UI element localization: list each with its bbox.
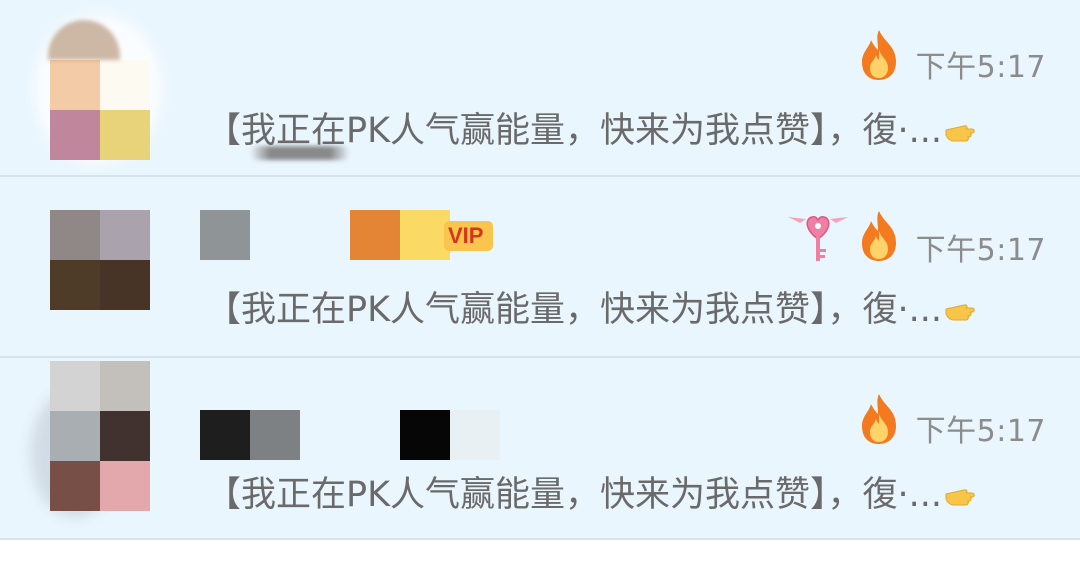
conversation-row-2[interactable]: VIP 下午5:17 【我正在PK人气赢能量，快来为我点赞】，復·...	[0, 177, 1080, 356]
name-pixel	[200, 410, 250, 460]
fire-icon	[862, 394, 896, 444]
avatar-pixel	[50, 210, 100, 260]
avatar-pixel	[100, 361, 150, 411]
avatar-pixel	[50, 260, 100, 310]
avatar-pixel	[100, 461, 150, 511]
name-pixel	[450, 410, 500, 460]
name-pixel	[400, 410, 450, 460]
avatar-pixel	[100, 260, 150, 310]
avatar[interactable]	[50, 210, 150, 310]
message-text: 【我正在PK人气赢能量，快来为我点赞】，復·...	[206, 475, 943, 515]
avatar-pixel	[50, 110, 100, 160]
avatar-pixel	[50, 60, 100, 110]
pointing-hand-icon	[945, 304, 975, 321]
name-pixel	[200, 210, 250, 260]
message-preview: 【我正在PK人气赢能量，快来为我点赞】，復·...	[206, 466, 976, 517]
fire-icon	[862, 30, 896, 80]
avatar[interactable]	[50, 60, 150, 160]
message-text: 【我正在PK人气赢能量，快来为我点赞】，復·...	[206, 290, 943, 330]
name-pixel	[300, 410, 350, 460]
vip-badge: VIP	[444, 221, 494, 251]
name-pixel	[250, 210, 300, 260]
avatar-pixel	[50, 461, 100, 511]
name-pixel	[350, 410, 400, 460]
name-pixel	[350, 210, 400, 260]
fire-icon	[862, 211, 896, 261]
avatar-pixel	[100, 210, 150, 260]
avatar-pixel	[50, 361, 100, 411]
contact-name	[200, 410, 500, 460]
message-time: 下午5:17	[915, 233, 1046, 268]
blurred-text	[250, 146, 350, 160]
avatar-pixel	[100, 110, 150, 160]
message-preview: 【我正在PK人气赢能量，快来为我点赞】，復·...	[206, 281, 976, 332]
pointing-hand-icon	[945, 489, 975, 506]
name-pixel	[300, 210, 350, 260]
message-time: 下午5:17	[915, 50, 1046, 85]
name-pixel	[250, 410, 300, 460]
avatar-pixel	[100, 411, 150, 461]
conversation-row-1[interactable]: 下午5:17 【我正在PK人气赢能量，快来为我点赞】，復·...	[0, 0, 1080, 175]
avatar-pixel	[50, 411, 100, 461]
conversation-row-3[interactable]: 下午5:17 【我正在PK人气赢能量，快来为我点赞】，復·...	[0, 358, 1080, 540]
heart-key-icon	[788, 216, 848, 261]
message-text: 【我正在PK人气赢能量，快来为我点赞】，復·...	[206, 111, 943, 151]
name-pixel	[400, 210, 450, 260]
message-time: 下午5:17	[915, 414, 1046, 449]
contact-name	[200, 210, 450, 260]
avatar[interactable]	[50, 361, 150, 511]
list-bottom	[0, 540, 1080, 561]
pointing-hand-icon	[945, 125, 975, 142]
avatar-pixel	[100, 60, 150, 110]
